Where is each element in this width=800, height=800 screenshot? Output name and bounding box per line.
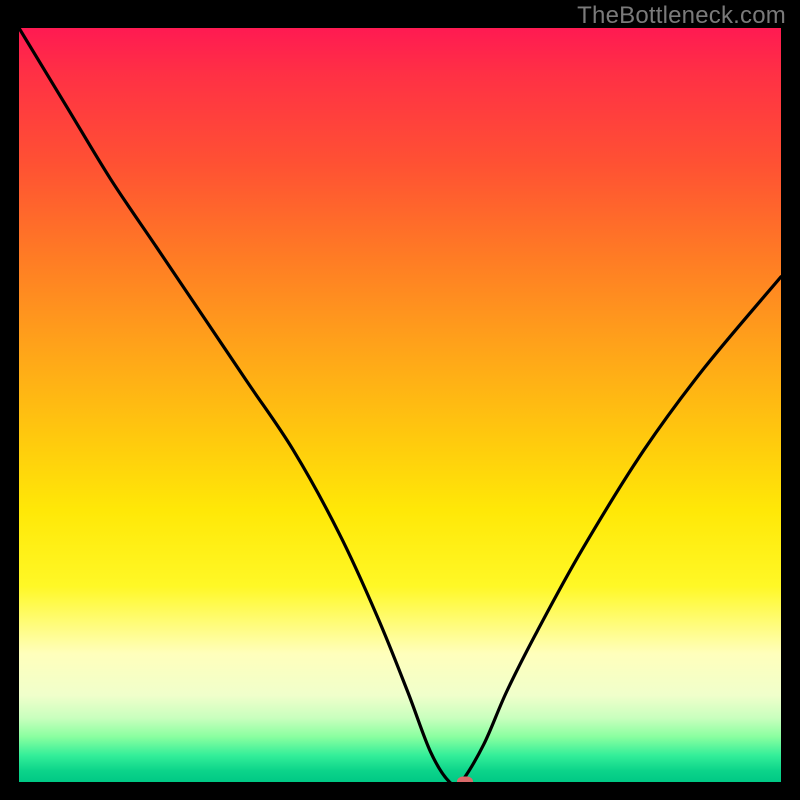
chart-container: TheBottleneck.com <box>0 0 800 800</box>
watermark-text: TheBottleneck.com <box>577 2 786 30</box>
curve-svg <box>19 28 781 782</box>
plot-area <box>19 28 781 782</box>
highlight-marker <box>457 777 473 783</box>
bottleneck-curve <box>19 28 781 782</box>
